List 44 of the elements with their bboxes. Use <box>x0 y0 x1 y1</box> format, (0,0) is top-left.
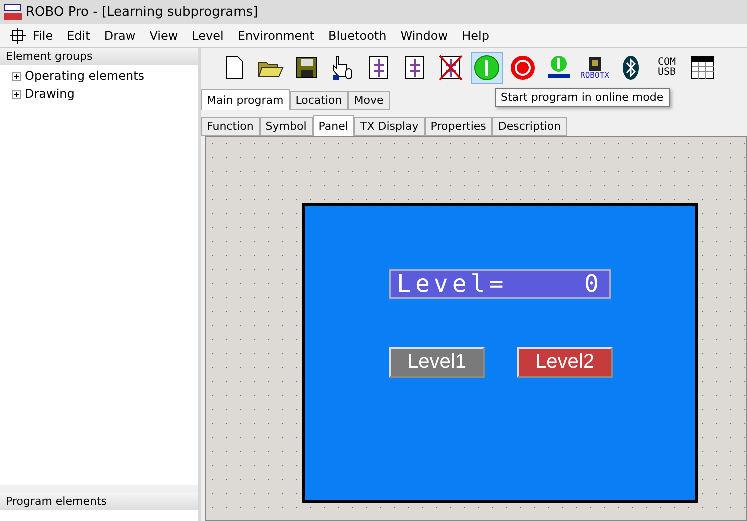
text-display: Level= 0 <box>389 269 611 299</box>
tab[interactable]: TX Display <box>354 117 425 136</box>
panel-header: Element groups <box>0 48 198 65</box>
window-title: ROBO Pro - [Learning subprograms] <box>26 4 258 20</box>
window-grid-icon <box>691 56 715 80</box>
toolbar-button[interactable]: ROBOTX <box>579 52 611 84</box>
tree-item[interactable]: Drawing <box>25 87 75 101</box>
tab[interactable]: Description <box>492 117 568 136</box>
expand-icon[interactable] <box>12 90 21 98</box>
tooltip: Start program in online mode <box>495 88 670 107</box>
controller-icon <box>588 56 602 72</box>
menu-item[interactable]: Draw <box>97 28 143 42</box>
panel-button[interactable]: Level1 <box>389 347 485 378</box>
menu-item[interactable]: File <box>26 28 60 42</box>
tab[interactable]: Panel <box>312 115 354 136</box>
menu-item[interactable]: Edit <box>60 28 98 42</box>
subprogram-icon <box>367 55 391 81</box>
menu-item[interactable]: Help <box>455 28 496 42</box>
new-file-icon <box>225 56 245 80</box>
stop-icon <box>510 55 536 81</box>
panel-button[interactable]: Level2 <box>517 347 613 378</box>
menu-item[interactable]: Bluetooth <box>321 28 394 42</box>
tree-item[interactable]: Operating elements <box>25 69 145 83</box>
tab[interactable]: Location <box>290 91 348 110</box>
bluetooth-icon <box>622 55 640 81</box>
panel-header: Program elements <box>0 493 198 510</box>
download-icon <box>546 55 572 81</box>
menu-item[interactable]: Level <box>185 28 231 42</box>
start-icon <box>474 55 500 81</box>
app-menu-icon[interactable] <box>10 28 26 44</box>
menu-item[interactable]: Environment <box>230 28 322 42</box>
delete-subprogram-icon <box>439 55 463 81</box>
app-logo-icon <box>4 4 22 20</box>
menu-item[interactable]: Window <box>394 28 456 42</box>
copy-subprogram-icon <box>403 55 427 81</box>
toolbar-button[interactable]: COM USB <box>651 52 683 84</box>
hand-pointer-icon <box>331 55 355 81</box>
tab[interactable]: Move <box>348 91 390 110</box>
tab[interactable]: Function <box>201 117 260 136</box>
tab[interactable]: Symbol <box>260 117 313 136</box>
tab[interactable]: Properties <box>424 117 492 136</box>
expand-icon[interactable] <box>12 72 21 80</box>
tab[interactable]: Main program <box>201 89 290 110</box>
menu-item[interactable]: View <box>142 28 186 42</box>
